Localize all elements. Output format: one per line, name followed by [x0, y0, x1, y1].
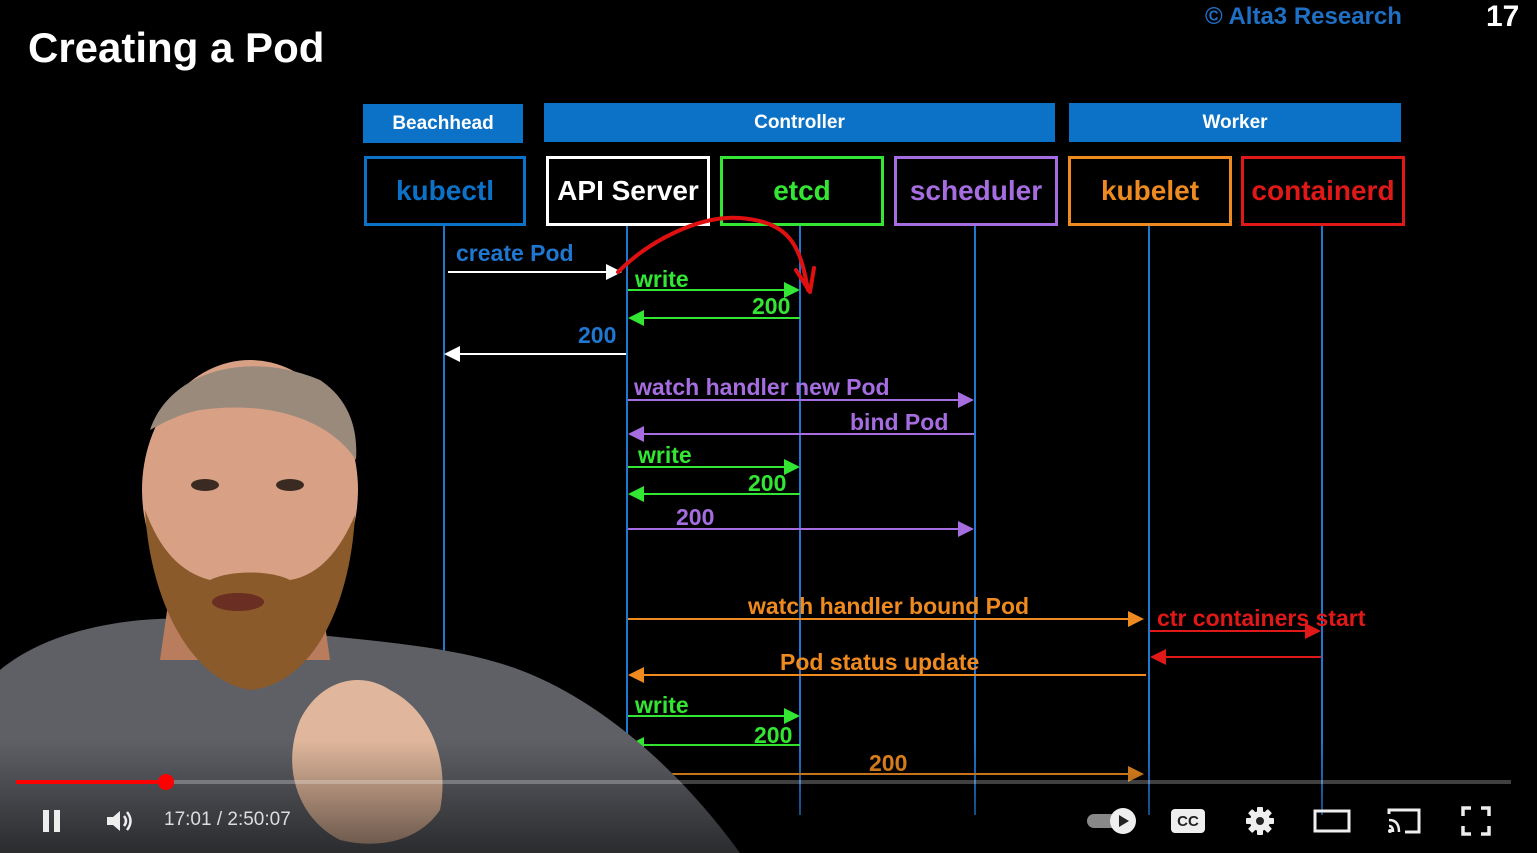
captions-label: CC [1177, 812, 1199, 830]
pause-button[interactable] [30, 800, 72, 842]
msg-watch-bound-pod: watch handler bound Pod [748, 593, 1030, 619]
msg-ctr-start: ctr containers start [1157, 605, 1366, 631]
progress-bar[interactable] [16, 774, 1511, 790]
cast-button[interactable] [1382, 800, 1426, 842]
msg-bind-pod: bind Pod [850, 409, 949, 435]
captions-icon: CC [1171, 809, 1205, 833]
presenter-eye-left [191, 479, 219, 491]
fullscreen-icon [1461, 806, 1491, 836]
settings-icon [1246, 807, 1274, 835]
theater-mode-icon [1313, 809, 1351, 833]
presenter-eye-right [276, 479, 304, 491]
theater-mode-button[interactable] [1310, 800, 1354, 842]
settings-button[interactable] [1238, 800, 1282, 842]
fullscreen-button[interactable] [1454, 800, 1498, 842]
msg-write-1: write [635, 266, 689, 292]
msg-200-1: 200 [752, 293, 791, 319]
msg-200-2: 200 [748, 470, 787, 496]
msg-create-pod: create Pod [456, 240, 574, 266]
volume-icon [107, 811, 132, 831]
progress-fill [16, 780, 166, 784]
msg-pod-status: Pod status update [780, 649, 980, 675]
controls-gradient [0, 740, 1537, 853]
cast-icon [1387, 808, 1421, 834]
presenter-mouth [212, 593, 264, 611]
autoplay-toggle-icon [1087, 808, 1136, 834]
video-frame[interactable]: Creating a Pod © Alta3 Research 17 Beach… [0, 0, 1537, 853]
time-display: 17:01 / 2:50:07 [164, 809, 291, 830]
pause-icon [43, 810, 60, 832]
volume-button[interactable] [98, 800, 140, 842]
captions-button[interactable]: CC [1166, 800, 1210, 842]
progress-scrubber[interactable] [157, 774, 174, 790]
autoplay-toggle[interactable] [1084, 800, 1142, 842]
